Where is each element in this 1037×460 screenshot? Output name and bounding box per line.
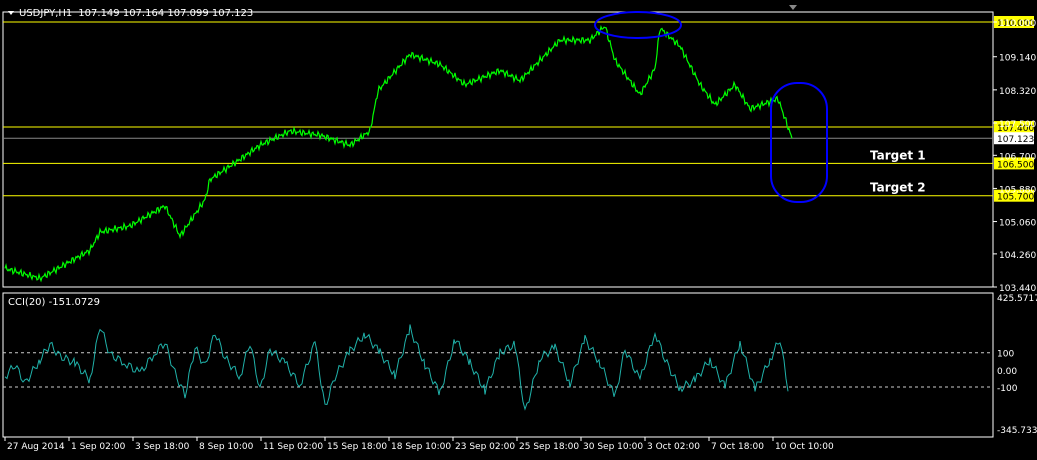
current-price-label: 107.123 (997, 135, 1034, 145)
cci-tick-label: 425.5717 (997, 294, 1037, 304)
target-label[interactable]: Target 2 (870, 181, 926, 195)
time-tick-label: 3 Sep 18:00 (135, 442, 190, 452)
cci-line (4, 324, 789, 411)
time-tick-label: 25 Sep 18:00 (519, 442, 579, 452)
target-label[interactable]: Target 1 (870, 148, 926, 162)
time-tick-label: 10 Oct 10:00 (775, 442, 834, 452)
cci-title: CCI(20) -151.0729 (8, 297, 100, 308)
chart-window: 110.000 107.400 106.500 105.700 107.123 110.… (0, 0, 1037, 456)
time-tick-label: 18 Sep 10:00 (391, 442, 451, 452)
time-tick-label: 30 Sep 10:00 (583, 442, 643, 452)
cci-tick-label: 100 (997, 350, 1014, 360)
time-tick-label: 11 Sep 02:00 (263, 442, 323, 452)
price-panel-border (2, 11, 994, 288)
target-zone-ellipse (770, 82, 828, 203)
price-tick-label: 104.260 (999, 251, 1036, 261)
collapse-triangle-icon[interactable] (8, 11, 14, 15)
time-tick-label: 3 Oct 02:00 (647, 442, 700, 452)
cci-tick-label: -100 (997, 384, 1018, 394)
price-tick-label: 106.700 (999, 152, 1036, 162)
time-tick-label: 27 Aug 2014 (7, 442, 65, 452)
chart-canvas[interactable]: 110.000107.400106.500105.700107.123 110.… (0, 0, 1037, 456)
cci-panel-border (2, 292, 994, 438)
cci-tick-label: 0.00 (997, 367, 1017, 377)
time-tick-label: 8 Sep 10:00 (199, 442, 254, 452)
shift-marker-icon[interactable] (789, 5, 797, 10)
price-tick-label: 110.000 (999, 19, 1036, 29)
time-tick-label: 15 Sep 18:00 (327, 442, 387, 452)
top-highlight-ellipse (594, 11, 682, 39)
cci-tick-label: -345.7336 (997, 426, 1037, 436)
time-tick-label: 1 Sep 02:00 (71, 442, 126, 452)
price-tick-label: 105.060 (999, 219, 1036, 229)
price-line (4, 24, 793, 283)
time-tick-label: 7 Oct 18:00 (711, 442, 764, 452)
price-tick-label: 108.320 (999, 87, 1036, 97)
price-tick-label: 109.140 (999, 54, 1036, 64)
price-tick-label: 107.500 (999, 120, 1036, 130)
chart-header: USDJPY,H1 107.149 107.164 107.099 107.123 (19, 8, 253, 19)
time-tick-label: 23 Sep 02:00 (455, 442, 515, 452)
price-tick-label: 105.880 (999, 185, 1036, 195)
price-tick-label: 103.440 (999, 284, 1036, 294)
